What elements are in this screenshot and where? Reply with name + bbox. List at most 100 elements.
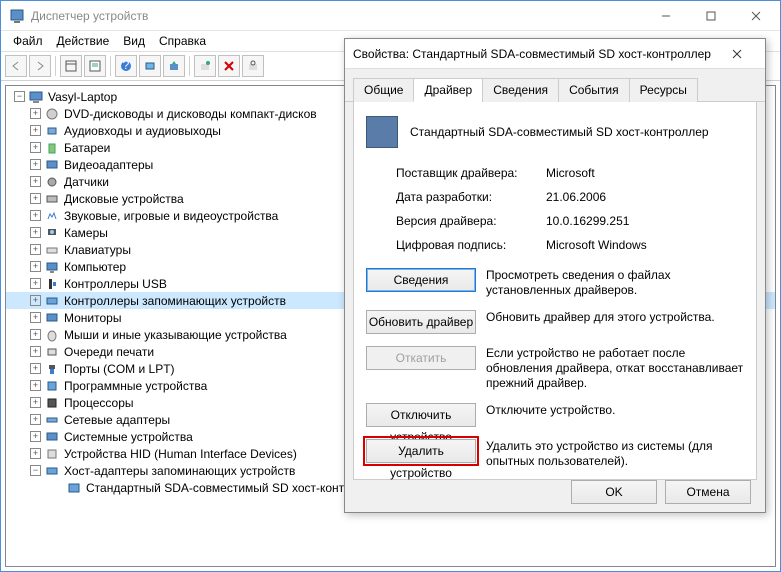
- tree-category-label: Контроллеры запоминающих устройств: [64, 294, 286, 308]
- expand-icon[interactable]: +: [30, 414, 41, 425]
- expand-icon[interactable]: +: [30, 312, 41, 323]
- maximize-button[interactable]: [688, 2, 733, 30]
- driver-details-desc: Просмотреть сведения о файлах установлен…: [486, 268, 744, 298]
- expand-icon[interactable]: +: [30, 159, 41, 170]
- tab-resources[interactable]: Ресурсы: [629, 78, 698, 102]
- expand-icon[interactable]: +: [30, 244, 41, 255]
- dialog-tabs: Общие Драйвер Сведения События Ресурсы: [345, 69, 765, 102]
- category-icon: [44, 259, 60, 275]
- show-hide-tree-button[interactable]: [60, 55, 82, 77]
- dialog-close-button[interactable]: [717, 40, 757, 68]
- expand-icon[interactable]: +: [30, 142, 41, 153]
- driver-details-button[interactable]: Сведения: [366, 268, 476, 292]
- device-name: Стандартный SDA-совместимый SD хост-конт…: [410, 125, 709, 139]
- close-button[interactable]: [733, 2, 778, 30]
- category-icon: [44, 174, 60, 190]
- cancel-button[interactable]: Отмена: [665, 480, 751, 504]
- disable-device-desc: Отключите устройство.: [486, 403, 744, 418]
- properties-button[interactable]: [84, 55, 106, 77]
- tree-category-label: Контроллеры USB: [64, 277, 167, 291]
- expand-icon[interactable]: +: [30, 261, 41, 272]
- tree-category-label: Видеоадаптеры: [64, 158, 153, 172]
- vendor-label: Поставщик драйвера:: [396, 166, 546, 180]
- menu-file[interactable]: Файл: [7, 32, 49, 50]
- help-button[interactable]: ?: [115, 55, 137, 77]
- date-label: Дата разработки:: [396, 190, 546, 204]
- tab-driver[interactable]: Драйвер: [413, 78, 483, 102]
- expand-icon[interactable]: +: [30, 176, 41, 187]
- expand-icon[interactable]: +: [30, 193, 41, 204]
- expand-icon[interactable]: +: [30, 227, 41, 238]
- category-icon: [44, 208, 60, 224]
- menu-help[interactable]: Справка: [153, 32, 212, 50]
- tree-child-label: Стандартный SDA-совместимый SD хост-конт…: [86, 481, 385, 495]
- category-icon: [44, 276, 60, 292]
- tab-general[interactable]: Общие: [353, 78, 414, 102]
- tab-events[interactable]: События: [558, 78, 630, 102]
- update-driver-button[interactable]: Обновить драйвер: [366, 310, 476, 334]
- tree-category-label: Звуковые, игровые и видеоустройства: [64, 209, 278, 223]
- category-icon: [44, 412, 60, 428]
- app-icon: [9, 8, 25, 24]
- collapse-icon[interactable]: −: [30, 465, 41, 476]
- expand-icon[interactable]: +: [30, 448, 41, 459]
- date-value: 21.06.2006: [546, 190, 744, 204]
- category-icon: [44, 310, 60, 326]
- minimize-button[interactable]: [643, 2, 688, 30]
- svg-text:?: ?: [123, 60, 130, 72]
- ok-button[interactable]: OK: [571, 480, 657, 504]
- vendor-value: Microsoft: [546, 166, 744, 180]
- tree-category-label: Дисковые устройства: [64, 192, 184, 206]
- collapse-icon[interactable]: −: [14, 91, 25, 102]
- menu-view[interactable]: Вид: [117, 32, 151, 50]
- expand-icon[interactable]: +: [30, 108, 41, 119]
- dialog-title: Свойства: Стандартный SDA-совместимый SD…: [353, 47, 717, 61]
- tree-category-label: Порты (COM и LPT): [64, 362, 175, 376]
- enable-button[interactable]: [194, 55, 216, 77]
- tree-category-label: Камеры: [64, 226, 108, 240]
- tree-category-label: Процессоры: [64, 396, 134, 410]
- expand-icon[interactable]: +: [30, 329, 41, 340]
- scan-hardware-button[interactable]: [139, 55, 161, 77]
- tree-category-label: Системные устройства: [64, 430, 193, 444]
- category-icon: [44, 327, 60, 343]
- expand-icon[interactable]: +: [30, 431, 41, 442]
- rollback-driver-button: Откатить: [366, 346, 476, 370]
- category-icon: [44, 242, 60, 258]
- expand-icon[interactable]: +: [30, 363, 41, 374]
- tree-category-label: Программные устройства: [64, 379, 207, 393]
- tree-category-label: DVD-дисководы и дисководы компакт-дисков: [64, 107, 317, 121]
- device-large-icon: [366, 116, 398, 148]
- uninstall-device-button[interactable]: Удалить устройство: [366, 439, 476, 463]
- category-icon: [44, 140, 60, 156]
- expand-icon[interactable]: +: [30, 295, 41, 306]
- menu-action[interactable]: Действие: [51, 32, 116, 50]
- storage-controller-icon: [66, 480, 82, 496]
- update-driver-button[interactable]: [163, 55, 185, 77]
- version-label: Версия драйвера:: [396, 214, 546, 228]
- uninstall-button[interactable]: [218, 55, 240, 77]
- rollback-driver-desc: Если устройство не работает после обновл…: [486, 346, 744, 391]
- category-icon: [44, 395, 60, 411]
- category-icon: [44, 378, 60, 394]
- dialog-footer: OK Отмена: [571, 480, 751, 504]
- expand-icon[interactable]: +: [30, 397, 41, 408]
- disable-device-button[interactable]: Отключить устройство: [366, 403, 476, 427]
- expand-icon[interactable]: +: [30, 278, 41, 289]
- expand-icon[interactable]: +: [30, 125, 41, 136]
- category-icon: [44, 191, 60, 207]
- refresh-button[interactable]: [242, 55, 264, 77]
- expand-icon[interactable]: +: [30, 380, 41, 391]
- category-icon: [44, 123, 60, 139]
- tree-category-label: Хост-адаптеры запоминающих устройств: [64, 464, 295, 478]
- expand-icon[interactable]: +: [30, 346, 41, 357]
- sig-value: Microsoft Windows: [546, 238, 744, 252]
- category-icon: [44, 463, 60, 479]
- tree-category-label: Мыши и иные указывающие устройства: [64, 328, 287, 342]
- expand-icon[interactable]: +: [30, 210, 41, 221]
- forward-button[interactable]: [29, 55, 51, 77]
- tab-details[interactable]: Сведения: [482, 78, 559, 102]
- back-button[interactable]: [5, 55, 27, 77]
- tree-category-label: Аудиовходы и аудиовыходы: [64, 124, 221, 138]
- tree-category-label: Устройства HID (Human Interface Devices): [64, 447, 297, 461]
